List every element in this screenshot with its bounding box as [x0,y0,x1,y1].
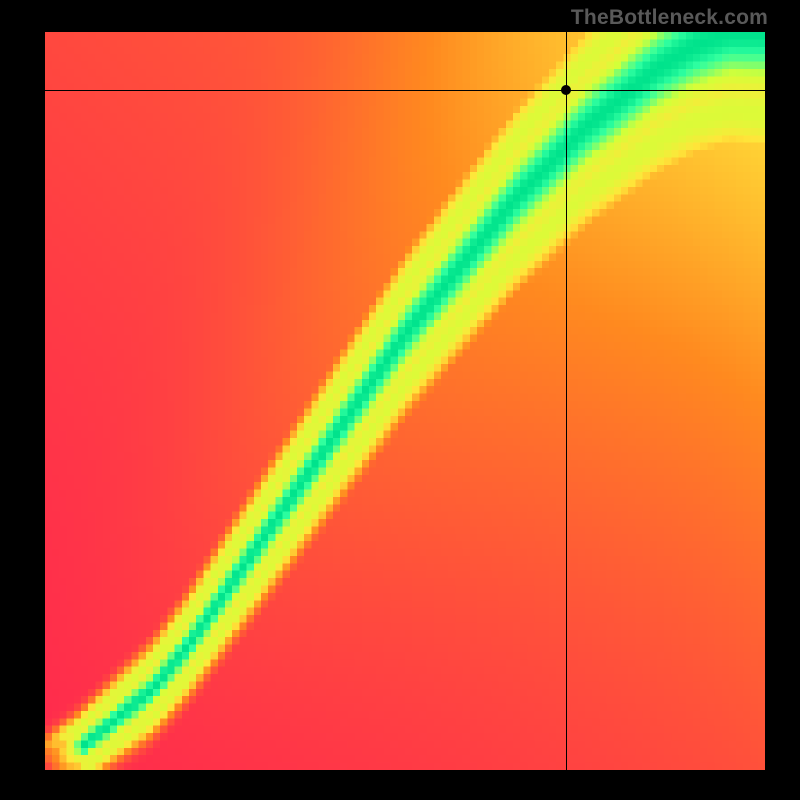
plot-area [45,32,765,770]
heatmap-canvas [45,32,765,770]
marker-dot [561,85,571,95]
watermark-text: TheBottleneck.com [571,6,768,30]
crosshair-vertical [566,32,567,770]
chart-frame: TheBottleneck.com [0,0,800,800]
crosshair-horizontal [45,90,765,91]
